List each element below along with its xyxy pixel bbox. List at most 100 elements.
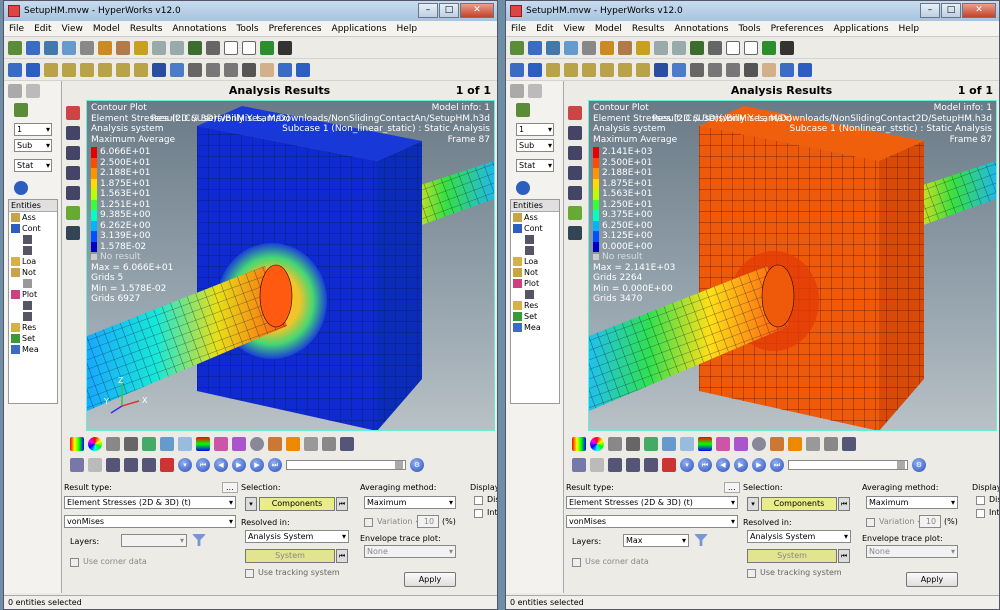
page-icon[interactable] [636, 40, 650, 55]
play-button[interactable]: ▶ [232, 458, 246, 472]
view-zx-icon[interactable] [600, 62, 614, 77]
feature-icon[interactable] [662, 437, 676, 451]
element-icon[interactable] [124, 437, 138, 451]
tree-item[interactable]: Plot [511, 278, 559, 289]
apply-button[interactable]: Apply [404, 572, 456, 587]
view-zy-icon[interactable] [134, 62, 148, 77]
spin-icon[interactable] [296, 62, 310, 77]
query-icon[interactable] [268, 437, 282, 451]
tree-item[interactable]: Not [511, 267, 559, 278]
static-icon[interactable] [608, 458, 622, 472]
print-icon[interactable] [582, 40, 596, 55]
color-wheel-icon[interactable] [590, 437, 604, 451]
tree-item[interactable] [9, 311, 57, 322]
simulation-combo[interactable]: Stat [14, 159, 52, 172]
tree-item[interactable] [9, 300, 57, 311]
menu-file[interactable]: File [4, 24, 29, 34]
animation-menu-button[interactable]: ▾ [178, 458, 192, 472]
contour-icon[interactable] [66, 106, 80, 120]
sphere-icon[interactable] [250, 437, 264, 451]
redo-icon[interactable] [170, 40, 184, 55]
arrows-icon[interactable] [780, 62, 794, 77]
result-type-select[interactable]: Element Stresses (2D & 3D) (t) [566, 496, 738, 509]
menu-file[interactable]: File [506, 24, 531, 34]
delete-page-icon[interactable] [708, 40, 722, 55]
deformed-icon[interactable] [66, 126, 80, 140]
view-yz-icon[interactable] [618, 62, 632, 77]
view-xy-icon[interactable] [546, 62, 560, 77]
contour-tool-icon[interactable] [70, 437, 84, 451]
display-checkbox-1[interactable] [976, 496, 985, 505]
element-icon[interactable] [626, 437, 640, 451]
grid-icon[interactable] [516, 103, 530, 117]
center-icon[interactable] [744, 62, 758, 77]
frame-slider[interactable] [286, 460, 406, 470]
envelope-select[interactable]: None [364, 545, 456, 558]
modal-icon[interactable] [142, 458, 156, 472]
sync-icon[interactable] [260, 40, 274, 55]
legend-tool-icon[interactable] [196, 437, 210, 451]
layout-icon[interactable] [224, 40, 238, 55]
iso-view-icon[interactable] [152, 62, 166, 77]
components-reset-button[interactable]: ⏮ [838, 497, 850, 511]
section-icon[interactable] [232, 437, 246, 451]
menu-view[interactable]: View [57, 24, 88, 34]
display-icon[interactable] [14, 181, 28, 195]
tree-item[interactable] [511, 289, 559, 300]
simulation-combo[interactable]: Stat [516, 159, 554, 172]
zoom-out-icon[interactable] [726, 62, 740, 77]
probe-icon[interactable] [842, 437, 856, 451]
entities-tree[interactable]: Entities Ass Cont Loa Not Plot Res Set M… [8, 199, 58, 404]
probe-icon[interactable] [340, 437, 354, 451]
menu-applications[interactable]: Applications [829, 24, 894, 34]
menu-results[interactable]: Results [125, 24, 168, 34]
view-yx-icon[interactable] [564, 62, 578, 77]
tree-item[interactable]: Not [9, 267, 57, 278]
display-icon[interactable] [516, 181, 530, 195]
clip-icon[interactable] [824, 437, 838, 451]
shaded-icon[interactable] [644, 437, 658, 451]
monitor-icon[interactable] [66, 226, 80, 240]
model-combo[interactable]: 1 [14, 123, 52, 136]
linear-icon[interactable] [626, 458, 640, 472]
mesh-icon[interactable] [106, 437, 120, 451]
transparency-icon[interactable] [178, 437, 192, 451]
note-icon[interactable] [304, 437, 318, 451]
tensor-icon[interactable] [66, 166, 80, 180]
filter-icon[interactable] [694, 534, 708, 546]
tree-item[interactable] [9, 278, 57, 289]
anim-settings-icon[interactable] [572, 458, 586, 472]
first-frame-button[interactable]: ⏮ [698, 458, 712, 472]
menu-model[interactable]: Model [590, 24, 627, 34]
zoom-icon[interactable] [510, 62, 524, 77]
variation-input[interactable]: 10 [919, 515, 941, 528]
view-zx-icon[interactable] [98, 62, 112, 77]
add-page-icon[interactable] [188, 40, 202, 55]
components-button[interactable]: Components [761, 497, 837, 511]
model-combo[interactable]: 1 [516, 123, 554, 136]
tensor-icon[interactable] [568, 166, 582, 180]
averaging-method-select[interactable]: Maximum [364, 496, 456, 509]
title-bar[interactable]: SetupHM.mvw - HyperWorks v12.0 – □ ✕ [4, 1, 497, 21]
add-page-icon[interactable] [690, 40, 704, 55]
system-reset-button[interactable]: ⏮ [838, 549, 850, 563]
variation-input[interactable]: 10 [417, 515, 439, 528]
user-icon[interactable] [618, 40, 632, 55]
cube-icon[interactable] [26, 84, 40, 98]
spin-icon[interactable] [798, 62, 812, 77]
undo-icon[interactable] [654, 40, 668, 55]
snapshot-icon[interactable] [600, 40, 614, 55]
tree-item[interactable]: Loa [511, 256, 559, 267]
display-checkbox-2[interactable] [976, 509, 985, 518]
envelope-select[interactable]: None [866, 545, 958, 558]
transient-icon[interactable] [160, 458, 174, 472]
animation-menu-button[interactable]: ▾ [680, 458, 694, 472]
averaging-method-select[interactable]: Maximum [866, 496, 958, 509]
page-icon[interactable] [134, 40, 148, 55]
open-model-icon[interactable] [8, 40, 22, 55]
system-button[interactable]: System [245, 549, 335, 563]
print-icon[interactable] [80, 40, 94, 55]
view-xy-icon[interactable] [44, 62, 58, 77]
notes-icon[interactable] [88, 458, 102, 472]
export-icon[interactable] [62, 40, 76, 55]
